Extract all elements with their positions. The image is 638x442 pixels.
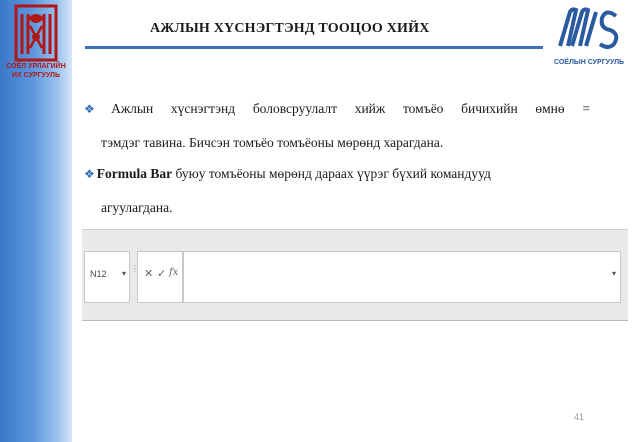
- left-logo-label-2: ИХ СУРГУУЛЬ: [12, 72, 60, 79]
- formula-input[interactable]: ▾: [183, 251, 621, 303]
- formula-bar-term: Formula Bar: [96, 166, 173, 181]
- expand-chevron-icon[interactable]: ▾: [612, 269, 616, 278]
- separator-dots-icon: ⋮: [131, 264, 139, 273]
- name-box-value: N12: [90, 269, 107, 279]
- school-emblem-icon: [558, 7, 619, 49]
- page-number: 41: [574, 412, 585, 422]
- school-logo: СОЁЛЫН СУРГУУЛЬ: [546, 6, 632, 72]
- cancel-icon[interactable]: ✕: [144, 267, 153, 280]
- university-logo: СОЁЛ УРЛАГИЙН ИХ СУРГУУЛЬ: [6, 4, 66, 88]
- diamond-bullet-icon: ❖: [84, 167, 95, 181]
- bullet-2-line-2: агуулагдана.: [101, 200, 173, 215]
- formula-commands: ✕ ✓ fx: [137, 251, 183, 303]
- university-emblem-icon: [14, 4, 58, 62]
- left-logo-label-1: СОЁЛ УРЛАГИЙН: [6, 63, 66, 70]
- insert-function-icon[interactable]: fx: [169, 267, 178, 278]
- diamond-bullet-icon: ❖: [84, 102, 110, 116]
- bullet-1-line-2: тэмдэг тавина. Бичсэн томъёо томъёоны мө…: [101, 135, 444, 150]
- bullet-paragraph-1: ❖ Ажлын хүснэгтэнд боловсруулалт хийж том…: [84, 92, 590, 160]
- bullet-paragraph-2: ❖ Formula Bar буюу томъёоны мөрөнд дараах…: [84, 157, 590, 225]
- bullet-1-text-1: Ажлын хүснэгтэнд боловсруулалт хийж томъ…: [111, 101, 590, 116]
- name-box[interactable]: N12 ▾: [84, 251, 130, 303]
- enter-check-icon[interactable]: ✓: [157, 267, 166, 280]
- formula-bar-screenshot: N12 ▾ ⋮ ✕ ✓ fx ▾: [82, 229, 628, 321]
- right-logo-label: СОЁЛЫН СУРГУУЛЬ: [553, 59, 625, 66]
- slide-title: АЖЛЫН ХҮСНЭГТЭНД ТООЦОО ХИЙХ: [150, 21, 430, 36]
- bullet-1-line-1: ❖ Ажлын хүснэгтэнд боловсруулалт хийж том…: [84, 92, 590, 126]
- bullet-2-text-1: буюу томъёоны мөрөнд дараах үүрэг бүхий …: [172, 166, 491, 181]
- title-divider: [85, 46, 543, 49]
- bullet-2-line-1: ❖ Formula Bar буюу томъёоны мөрөнд дараах…: [84, 166, 491, 181]
- chevron-down-icon[interactable]: ▾: [122, 269, 126, 278]
